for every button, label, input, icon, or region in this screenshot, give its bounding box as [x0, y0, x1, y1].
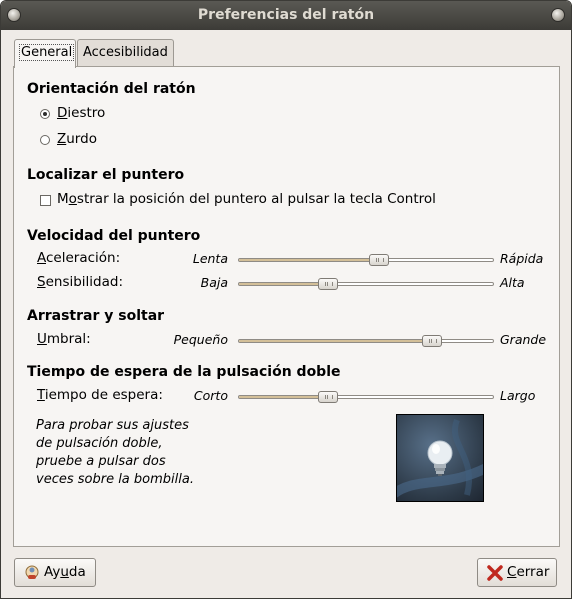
threshold-slider-fill — [239, 340, 433, 342]
tab-accessibility-label: Accesibilidad — [83, 45, 168, 60]
acceleration-mnemonic: A — [37, 250, 46, 266]
help-pre: Ay — [44, 564, 61, 580]
tab-general[interactable]: General — [14, 39, 76, 68]
window-maximize-icon[interactable] — [551, 8, 565, 22]
timeout-mnemonic: T — [37, 387, 45, 403]
pointer-speed-heading: Velocidad del puntero — [27, 228, 201, 244]
help-rest: da — [68, 564, 86, 580]
acceleration-max-label: Rápida — [500, 251, 544, 266]
help-button-label: Ayuda — [44, 559, 86, 586]
threshold-mnemonic: U — [37, 331, 47, 347]
double-click-heading: Tiempo de espera de la pulsación doble — [27, 364, 341, 380]
close-button-label: Cerrar — [507, 559, 549, 586]
threshold-slider[interactable] — [238, 335, 494, 347]
left-handed-radio[interactable] — [40, 135, 50, 145]
tab-accessibility[interactable]: Accesibilidad — [77, 39, 174, 66]
drag-drop-heading: Arrastrar y soltar — [27, 308, 165, 324]
sensitivity-mnemonic: S — [37, 274, 46, 290]
close-x-icon — [487, 565, 503, 581]
acceleration-slider-fill — [239, 259, 379, 261]
show-pointer-mnemonic: o — [68, 191, 77, 207]
sensitivity-text: ensibilidad: — [45, 274, 124, 290]
sensitivity-min-label: Baja — [200, 275, 228, 290]
left-handed-text: urdo — [66, 131, 97, 147]
help-icon — [25, 565, 39, 579]
sensitivity-label: Sensibilidad: — [37, 274, 123, 290]
timeout-slider-fill — [239, 396, 328, 398]
orientation-heading: Orientación del ratón — [27, 81, 196, 97]
help-mnemonic: u — [60, 564, 69, 580]
acceleration-slider-thumb[interactable] — [368, 254, 389, 266]
right-handed-text: iestro — [67, 105, 106, 121]
title-bar: Preferencias del ratón — [1, 1, 571, 30]
close-rest: errar — [516, 564, 550, 580]
acceleration-min-label: Lenta — [192, 251, 228, 266]
mouse-preferences-window: Preferencias del ratón General Accesibil… — [0, 0, 572, 599]
timeout-label: Tiempo de espera: — [37, 387, 163, 403]
test-lightbulb[interactable] — [396, 414, 484, 502]
threshold-slider-thumb[interactable] — [422, 335, 443, 347]
threshold-max-label: Grande — [500, 332, 547, 347]
show-pointer-label[interactable]: Mostrar la posición del puntero al pulsa… — [57, 191, 436, 207]
lightbulb-icon — [397, 418, 483, 498]
sensitivity-slider-thumb[interactable] — [317, 278, 338, 290]
tab-general-label: General — [18, 44, 75, 61]
timeout-slider-thumb[interactable] — [317, 391, 338, 403]
show-pointer-checkbox[interactable] — [40, 195, 51, 206]
show-pointer-text: strar la posición del puntero al pulsar … — [76, 191, 436, 207]
acceleration-text: celeración: — [46, 250, 121, 266]
timeout-slider[interactable] — [238, 391, 494, 403]
threshold-min-label: Pequeño — [173, 332, 228, 347]
help-button[interactable]: Ayuda — [14, 558, 96, 587]
window-close-icon[interactable] — [7, 8, 21, 22]
left-handed-label[interactable]: Zurdo — [57, 131, 97, 147]
sensitivity-slider[interactable] — [238, 278, 494, 290]
locate-pointer-heading: Localizar el puntero — [27, 167, 185, 183]
timeout-text: iempo de espera: — [44, 387, 163, 403]
right-handed-mnemonic: D — [57, 105, 68, 121]
timeout-max-label: Largo — [500, 388, 536, 403]
timeout-min-label: Corto — [193, 388, 228, 403]
right-handed-label[interactable]: Diestro — [57, 105, 105, 121]
threshold-label: Umbral: — [37, 331, 91, 347]
sensitivity-max-label: Alta — [500, 275, 525, 290]
sensitivity-slider-fill — [239, 283, 328, 285]
show-pointer-pre: M — [57, 191, 69, 207]
general-panel: Orientación del ratón Diestro Zurdo Loca… — [13, 66, 560, 547]
window-title: Preferencias del ratón — [197, 7, 375, 23]
acceleration-label: Aceleración: — [37, 250, 120, 266]
double-click-help-text: Para probar sus ajustes de pulsación dob… — [36, 418, 194, 487]
right-handed-radio[interactable] — [40, 109, 50, 119]
acceleration-slider[interactable] — [238, 254, 494, 266]
close-button[interactable]: Cerrar — [477, 558, 557, 587]
left-handed-mnemonic: Z — [57, 131, 67, 147]
threshold-text: mbral: — [46, 331, 91, 347]
